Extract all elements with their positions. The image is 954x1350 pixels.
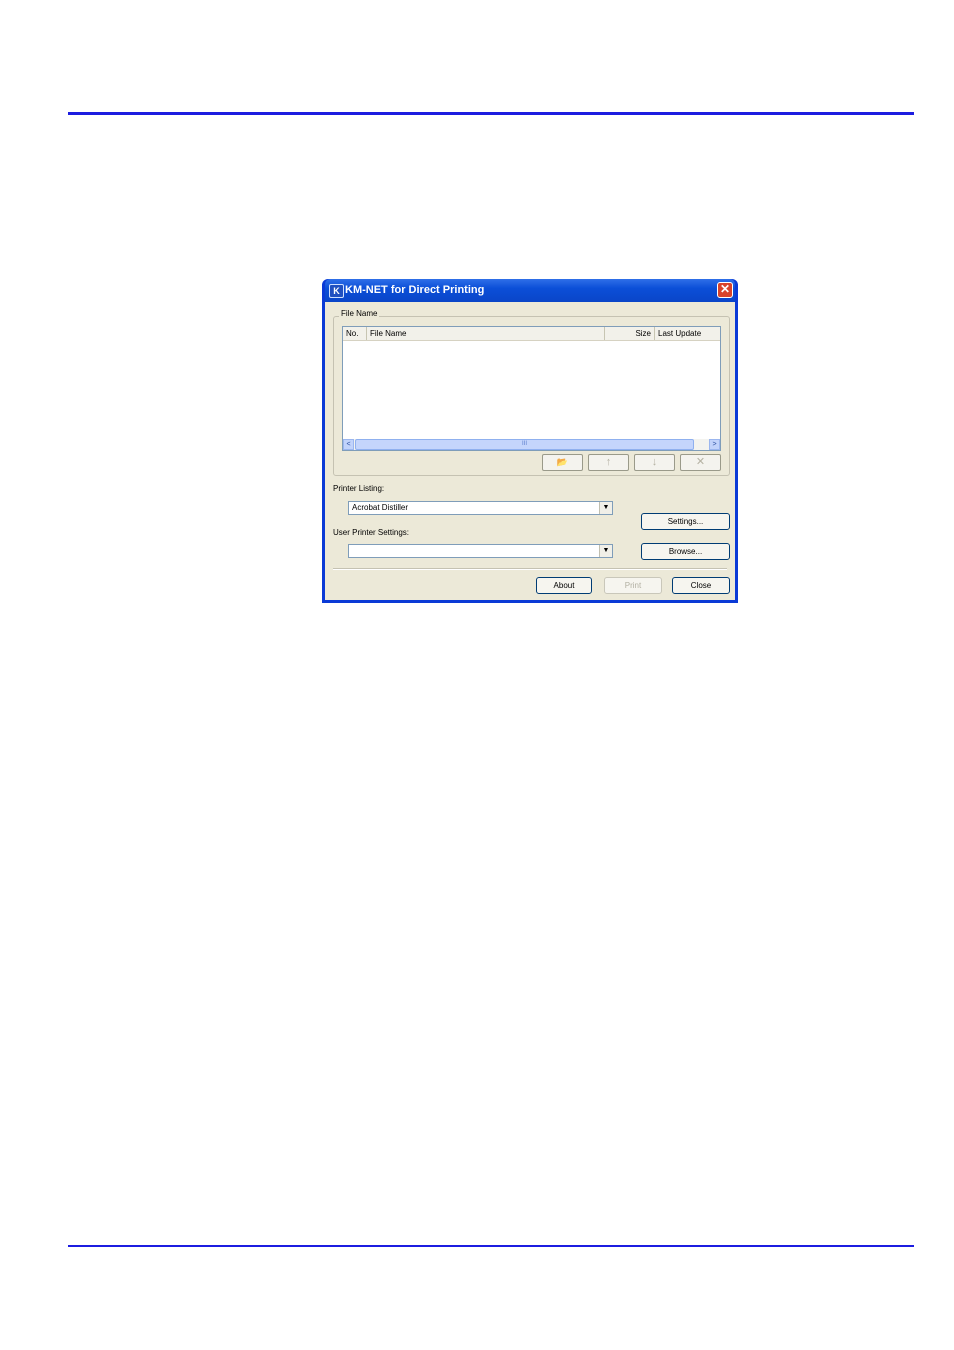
- open-folder-icon: 📂: [556, 457, 569, 467]
- move-up-button[interactable]: ↑: [588, 454, 629, 471]
- scroll-thumb[interactable]: III: [355, 439, 694, 450]
- bottom-rule: [68, 1245, 914, 1247]
- horizontal-scrollbar[interactable]: < III >: [343, 439, 720, 450]
- app-icon: K: [329, 284, 344, 298]
- column-header-last-update[interactable]: Last Update: [655, 327, 720, 340]
- column-header-file-name[interactable]: File Name: [367, 327, 605, 340]
- km-net-dialog: K KM-NET for Direct Printing ✕ File Name…: [322, 279, 738, 603]
- close-button[interactable]: Close: [672, 577, 730, 594]
- dropdown-arrow-icon[interactable]: ▼: [599, 545, 612, 557]
- dialog-client: File Name No. File Name Size Last Update…: [325, 302, 735, 600]
- scroll-left-icon[interactable]: <: [343, 439, 354, 450]
- divider: [333, 568, 727, 570]
- scroll-right-icon[interactable]: >: [709, 439, 720, 450]
- close-icon[interactable]: ✕: [717, 282, 733, 298]
- dialog-title: KM-NET for Direct Printing: [345, 284, 485, 296]
- arrow-down-icon: ↓: [651, 456, 658, 468]
- arrow-up-icon: ↑: [605, 456, 612, 468]
- top-rule: [68, 112, 914, 115]
- settings-button[interactable]: Settings...: [641, 513, 730, 530]
- file-list-header: No. File Name Size Last Update: [343, 327, 720, 341]
- about-button[interactable]: About: [536, 577, 592, 594]
- add-file-button[interactable]: 📂: [542, 454, 583, 471]
- print-button[interactable]: Print: [604, 577, 662, 594]
- browse-button[interactable]: Browse...: [641, 543, 730, 560]
- title-bar[interactable]: K KM-NET for Direct Printing ✕: [325, 279, 735, 302]
- column-header-no[interactable]: No.: [343, 327, 367, 340]
- dropdown-arrow-icon[interactable]: ▼: [599, 502, 612, 514]
- move-down-button[interactable]: ↓: [634, 454, 675, 471]
- printer-listing-select[interactable]: Acrobat Distiller ▼: [348, 501, 613, 515]
- column-header-size[interactable]: Size: [605, 327, 655, 340]
- file-name-group-label: File Name: [339, 309, 380, 318]
- file-list[interactable]: No. File Name Size Last Update < III >: [342, 326, 721, 451]
- delete-file-button[interactable]: ✕: [680, 454, 721, 471]
- delete-icon: ✕: [695, 456, 706, 468]
- printer-listing-label: Printer Listing:: [333, 484, 385, 493]
- printer-listing-value: Acrobat Distiller: [352, 503, 409, 512]
- user-printer-settings-select[interactable]: ▼: [348, 544, 613, 558]
- user-printer-settings-label: User Printer Settings:: [333, 528, 410, 537]
